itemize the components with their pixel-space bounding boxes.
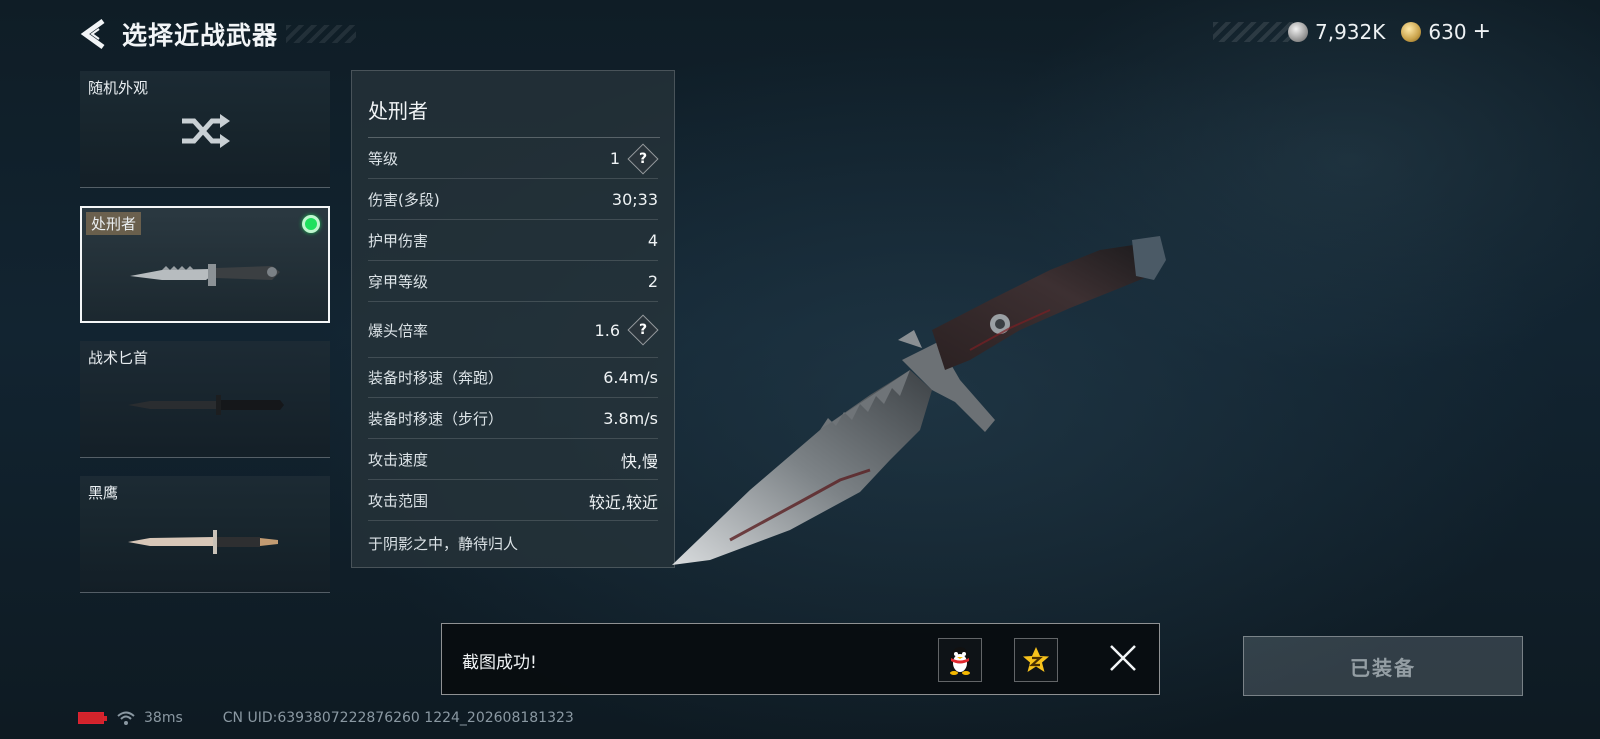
weapon-card-label: 随机外观 [88, 79, 149, 97]
stat-label: 装备时移速（步行） [368, 410, 504, 428]
stat-row-level: 等级 1 ? [368, 139, 659, 179]
weapon-card-label: 处刑者 [86, 212, 142, 235]
gold-amount: 630 [1428, 19, 1467, 44]
divider [368, 137, 660, 138]
title-decoration [286, 25, 357, 43]
executioner-knife-thumbnail [130, 264, 280, 286]
shuffle-icon [182, 114, 230, 148]
weapon-card-executioner[interactable]: 处刑者 [80, 206, 330, 323]
qzone-star-icon [1023, 647, 1049, 672]
weapon-card-tactical-dagger[interactable]: 战术匕首 [80, 341, 330, 458]
battery-icon [78, 712, 107, 724]
stat-label: 攻击速度 [368, 451, 429, 469]
stat-row-penetration: 穿甲等级 2 [368, 262, 658, 302]
stat-value: 3.8m/s [603, 409, 658, 428]
stat-row-walk-speed: 装备时移速（步行） 3.8m/s [368, 399, 658, 439]
currency-bar: 7,932K 630 + [1213, 18, 1501, 45]
back-arrow-icon [80, 18, 105, 50]
stat-row-attack-speed: 攻击速度 快,慢 [368, 440, 658, 480]
stat-label: 爆头倍率 [368, 321, 429, 340]
stat-row-armor-damage: 护甲伤害 4 [368, 221, 658, 261]
tactical-dagger-thumbnail [128, 395, 284, 415]
share-qzone-button[interactable] [1014, 638, 1058, 682]
headshot-help-icon[interactable]: ? [627, 314, 659, 346]
stat-value: 30;33 [611, 190, 658, 209]
gold-coin-icon [1401, 21, 1422, 42]
weapon-name: 处刑者 [368, 99, 428, 123]
silver-coin-icon [1288, 21, 1308, 42]
stat-label: 等级 [368, 150, 399, 168]
user-uid: CN UID:6393807222876260 1224_20260818132… [222, 710, 574, 726]
stat-value: 较近,较近 [588, 492, 658, 512]
close-toast-icon[interactable] [1107, 642, 1139, 674]
status-bar: 38ms CN UID:6393807222876260 1224_202608… [78, 708, 574, 728]
stat-value: 1 [609, 149, 620, 168]
stat-value: 快,慢 [620, 451, 658, 471]
stat-row-attack-range: 攻击范围 较近,较近 [368, 481, 658, 521]
silver-amount: 7,932K [1315, 19, 1386, 44]
weapon-card-black-eagle[interactable]: 黑鹰 [80, 476, 330, 593]
weapon-description: 于阴影之中，静待归人 [368, 535, 519, 553]
silver-currency: 7,932K [1288, 20, 1385, 44]
add-currency-button[interactable]: + [1473, 19, 1491, 44]
weapon-card-random[interactable]: 随机外观 [80, 71, 330, 188]
stat-row-damage: 伤害(多段) 30;33 [368, 180, 658, 220]
toast-message: 截图成功! [462, 653, 537, 673]
page-title: 选择近战武器 [122, 21, 279, 50]
stat-label: 穿甲等级 [368, 273, 429, 291]
stat-label: 攻击范围 [368, 492, 429, 510]
level-help-icon[interactable]: ? [627, 142, 659, 175]
equipped-button[interactable]: 已装备 [1243, 636, 1523, 696]
weapon-card-label: 战术匕首 [88, 349, 149, 367]
stat-row-headshot: 爆头倍率 1.6 ? [368, 303, 659, 358]
black-eagle-thumbnail [128, 530, 278, 554]
share-qq-button[interactable] [938, 638, 982, 682]
stat-value: 2 [647, 272, 658, 291]
screenshot-toast: 截图成功! [441, 623, 1160, 695]
qq-penguin-icon [950, 647, 970, 675]
wifi-icon [117, 711, 135, 725]
stat-value: 6.4m/s [603, 368, 658, 387]
stat-value: 1.6 [594, 320, 620, 340]
gold-currency: 630 + [1401, 19, 1491, 44]
header: 选择近战武器 [78, 14, 357, 54]
currency-decoration [1213, 22, 1293, 42]
stat-label: 护甲伤害 [368, 232, 429, 250]
knife-3d-preview [672, 236, 1166, 565]
weapon-stats-panel: 处刑者 等级 1 ? 伤害(多段) 30;33 护甲伤害 4 穿甲等级 2 爆头… [351, 70, 675, 568]
stat-label: 装备时移速（奔跑） [368, 369, 504, 387]
ping-value: 38ms [144, 710, 183, 726]
stat-row-run-speed: 装备时移速（奔跑） 6.4m/s [368, 358, 658, 398]
back-button[interactable] [78, 17, 108, 51]
equipped-indicator-icon [302, 215, 320, 233]
stat-value: 4 [647, 231, 658, 250]
stat-label: 伤害(多段) [368, 191, 440, 209]
weapon-card-label: 黑鹰 [88, 484, 119, 502]
